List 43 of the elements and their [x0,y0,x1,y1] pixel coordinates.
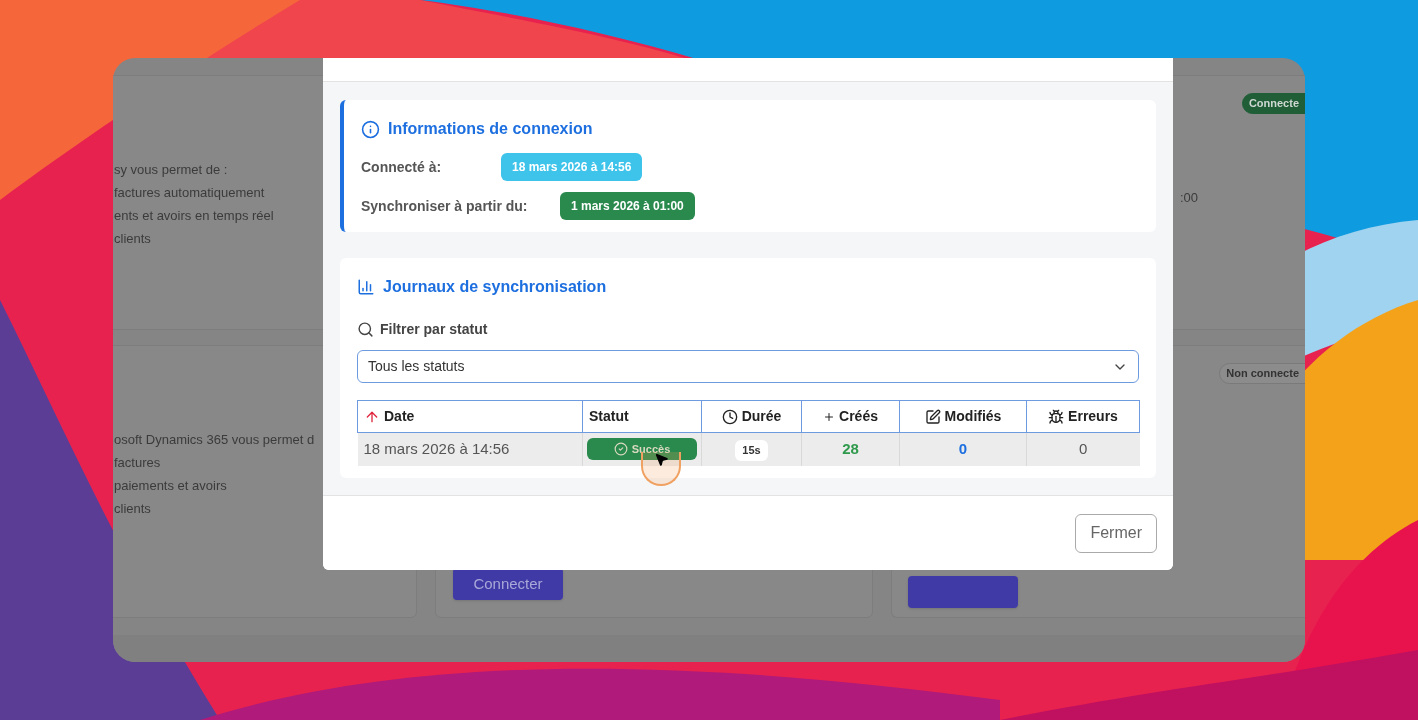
bug-icon [1048,408,1065,425]
column-header[interactable]: Date [357,400,583,433]
check-circle-icon [613,442,628,457]
card-text: :00 [1179,188,1198,207]
status-badge: Non connecte [1219,363,1305,384]
column-header[interactable]: Modifiés [899,400,1027,433]
card-text: paiements et avoirs [114,477,227,494]
card-text: osoft Dynamics 365 vous permet d [114,431,315,448]
card-text: clients [114,230,151,247]
duration-chip: 15s [735,440,768,461]
plus-icon [823,410,836,423]
cursor-highlight-icon [641,452,681,486]
column-header[interactable]: Erreurs [1026,400,1140,433]
column-header[interactable]: Durée [701,400,802,433]
column-header[interactable]: Créés [801,400,900,433]
info-label: Synchroniser à partir du: [361,196,529,216]
status-badge: Succès [587,438,697,461]
filter-label: Filtrer par statut [380,320,488,339]
card-text: factures [114,454,161,471]
section-title: Informations de connexion [388,119,593,139]
status-badge: Connecte [1241,93,1305,114]
table-cell: 18 mars 2026 à 14:56 [357,432,583,466]
column-header[interactable]: Statut [582,400,702,433]
table-cell: 0 [1026,432,1140,466]
card-text: clients [114,500,151,517]
info-icon [361,119,380,139]
section-title: Journaux de synchronisation [383,277,607,297]
clock-icon [721,408,738,425]
close-button[interactable]: Fermer [1075,513,1157,553]
date-badge: 1 mars 2026 à 01:00 [560,192,695,220]
card-text: ents et avoirs en temps réel [114,207,274,224]
status-select[interactable]: Tous les statuts [357,350,1139,383]
table-cell: 28 [801,432,900,466]
bar-chart-icon [357,278,375,296]
info-label: Connecté à: [361,157,443,177]
date-badge: 18 mars 2026 à 14:56 [501,153,643,181]
edit-icon [924,408,941,425]
search-icon [357,321,374,338]
connect-button[interactable]: Connecter [453,568,563,600]
card-text: sy vous permet de : [114,161,228,178]
table-cell: 0 [899,432,1027,466]
card-text: factures automatiquement [114,184,265,201]
connect-button[interactable] [908,575,1018,608]
